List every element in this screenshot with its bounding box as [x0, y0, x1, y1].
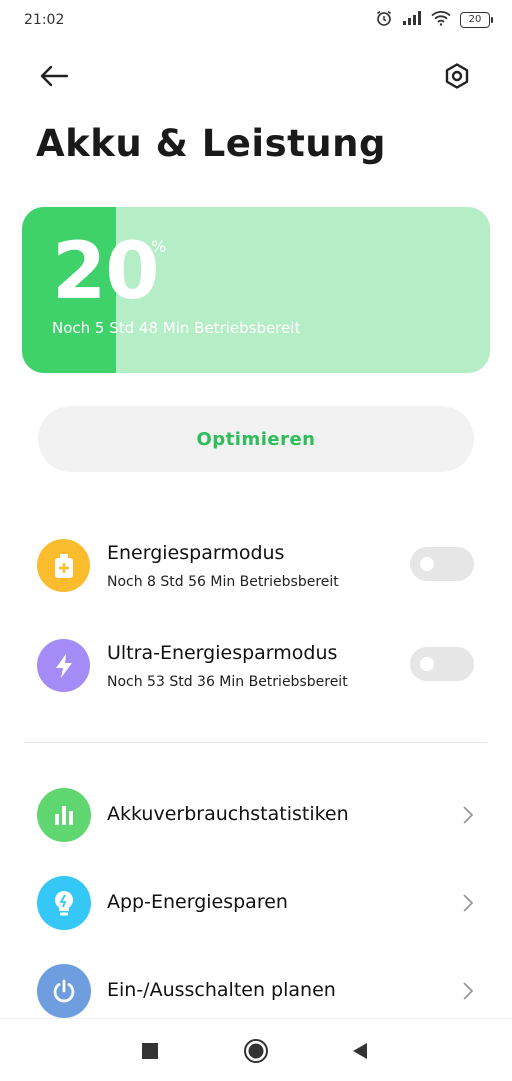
back-button[interactable] — [34, 56, 74, 96]
optimize-button[interactable]: Optimieren — [38, 406, 474, 472]
battery-plus-icon — [37, 539, 90, 592]
divider — [24, 742, 487, 743]
back-triangle-icon — [353, 1043, 367, 1059]
nav-back-button[interactable] — [346, 1037, 374, 1065]
status-icons: 20 — [375, 9, 493, 31]
menu-item-battery-usage[interactable]: Akkuverbrauchstatistiken — [0, 780, 512, 850]
power-icon — [37, 964, 91, 1018]
menu-label: Akkuverbrauchstatistiken — [107, 803, 349, 825]
mode-title: Ultra-Energiesparmodus — [107, 642, 338, 664]
status-bar: 21:02 20 — [0, 0, 512, 40]
settings-button[interactable] — [437, 56, 477, 96]
wifi-icon — [431, 10, 451, 30]
page-title: Akku & Leistung — [36, 122, 386, 165]
chevron-right-icon — [463, 806, 474, 824]
alarm-icon — [375, 9, 393, 31]
recents-square-icon — [142, 1043, 158, 1059]
lightbulb-icon — [37, 876, 91, 930]
gear-icon — [445, 63, 469, 89]
battery-percent: 20 — [52, 227, 160, 317]
ultra-power-saving-toggle[interactable] — [410, 647, 474, 681]
power-saving-toggle[interactable] — [410, 547, 474, 581]
arrow-left-icon — [40, 65, 69, 87]
mode-subtitle: Noch 8 Std 56 Min Betriebsbereit — [107, 574, 339, 590]
mode-subtitle: Noch 53 Std 36 Min Betriebsbereit — [107, 674, 348, 690]
menu-item-app-power-saving[interactable]: App-Energiesparen — [0, 868, 512, 938]
toggle-knob — [420, 657, 434, 671]
mode-row-power-saving[interactable]: Energiesparmodus Noch 8 Std 56 Min Betri… — [0, 536, 512, 606]
home-circle-icon — [244, 1039, 268, 1063]
chevron-right-icon — [463, 982, 474, 1000]
toggle-knob — [420, 557, 434, 571]
mode-row-ultra-power-saving[interactable]: Ultra-Energiesparmodus Noch 53 Std 36 Mi… — [0, 636, 512, 706]
lightning-icon — [37, 639, 90, 692]
battery-remaining-time: Noch 5 Std 48 Min Betriebsbereit — [52, 319, 301, 337]
menu-label: Ein-/Ausschalten planen — [107, 979, 336, 1001]
chevron-right-icon — [463, 894, 474, 912]
menu-label: App-Energiesparen — [107, 891, 288, 913]
battery-icon: 20 — [460, 12, 493, 28]
percent-sign: % — [151, 237, 167, 256]
menu-item-scheduled-power[interactable]: Ein-/Ausschalten planen — [0, 956, 512, 1026]
bar-chart-icon — [37, 788, 91, 842]
recents-button[interactable] — [136, 1037, 164, 1065]
mode-title: Energiesparmodus — [107, 542, 285, 564]
battery-card[interactable]: 20 % Noch 5 Std 48 Min Betriebsbereit — [22, 207, 490, 373]
signal-icon — [402, 10, 422, 30]
top-bar — [0, 50, 512, 106]
home-button[interactable] — [242, 1037, 270, 1065]
navigation-bar — [0, 1018, 512, 1081]
status-time: 21:02 — [24, 12, 65, 28]
